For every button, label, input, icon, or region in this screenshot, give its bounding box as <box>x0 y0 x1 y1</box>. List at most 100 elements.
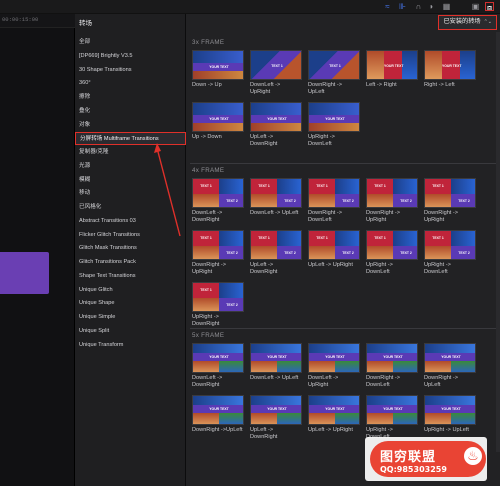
transition-tile[interactable]: TEXT 1 TEXT 2 DownLeft -> DownRight <box>192 178 244 224</box>
scrollbar[interactable] <box>496 32 500 452</box>
sidebar-item[interactable]: [DP669] Brightly V3.5 <box>75 50 186 63</box>
transition-tile[interactable]: YOUR TEXT DownRight -> UpLeft <box>424 343 476 389</box>
sidebar-item[interactable]: 分屏转场 Multiframe Transitions <box>75 132 186 146</box>
transition-tile[interactable]: YOUR TEXT UpRight -> DownLeft <box>308 102 360 148</box>
transition-thumbnail[interactable]: TEXT 1 TEXT 2 <box>250 178 302 208</box>
sidebar-item[interactable]: 光源 <box>75 160 186 173</box>
transition-tile[interactable]: YOUR TEXT Left -> Right <box>366 50 418 89</box>
sidebar-item[interactable]: Shape Text Transitions <box>75 270 186 283</box>
transition-thumbnail[interactable]: YOUR TEXT <box>250 102 302 132</box>
transition-tile[interactable]: TEXT 1 TEXT 2 UpRight -> DownLeft <box>424 230 476 276</box>
transition-thumbnail[interactable]: TEXT 1 <box>308 50 360 80</box>
transition-tile[interactable]: YOUR TEXT UpLeft -> UpRight <box>308 395 360 434</box>
sidebar-item[interactable]: Abstract Transitions 03 <box>75 215 186 228</box>
transition-tile[interactable]: TEXT 1 TEXT 2 UpLeft -> UpRight <box>308 230 360 269</box>
transition-tile[interactable]: TEXT 1 TEXT 2 UpLeft -> DownRight <box>250 230 302 276</box>
transition-thumbnail[interactable]: YOUR TEXT <box>424 395 476 425</box>
sidebar-item[interactable]: 已风格化 <box>75 201 186 214</box>
transition-label: UpRight -> DownRight <box>192 314 220 327</box>
sidebar-item[interactable]: Flicker Glitch Transitions <box>75 229 186 242</box>
transition-tile[interactable]: YOUR TEXT DownLeft -> UpLeft <box>250 343 302 382</box>
transition-thumbnail[interactable]: TEXT 1 TEXT 2 <box>192 178 244 208</box>
transition-thumbnail[interactable]: YOUR TEXT <box>308 395 360 425</box>
snapping-icon[interactable]: ⊪ <box>398 2 407 11</box>
transition-thumbnail[interactable]: YOUR TEXT <box>308 102 360 132</box>
sidebar-item[interactable]: Unique Glitch <box>75 284 186 297</box>
sidebar-item[interactable]: Unique Simple <box>75 311 186 324</box>
headphones-icon[interactable]: ∩ <box>414 2 423 11</box>
transition-thumbnail[interactable]: TEXT 1 TEXT 2 <box>424 230 476 260</box>
sidebar-item[interactable]: 对象 <box>75 119 186 132</box>
transition-tile[interactable]: TEXT 1 TEXT 2 UpRight -> DownRight <box>192 282 244 328</box>
transition-thumbnail[interactable]: TEXT 1 TEXT 2 <box>308 230 360 260</box>
effects-browser-icon[interactable]: ▦ <box>442 2 451 11</box>
sidebar-item[interactable]: Unique Split <box>75 325 186 338</box>
transition-thumbnail[interactable]: TEXT 1 TEXT 2 <box>192 230 244 260</box>
transition-thumbnail[interactable]: YOUR TEXT <box>192 50 244 80</box>
transition-tile[interactable]: YOUR TEXT Up -> Down <box>192 102 244 141</box>
thumb-text: YOUR TEXT <box>267 407 287 411</box>
thumb-text: TEXT 2 <box>400 199 412 203</box>
transition-thumbnail[interactable]: YOUR TEXT <box>366 395 418 425</box>
transition-tile[interactable]: YOUR TEXT UpLeft -> DownRight <box>250 102 302 148</box>
sidebar-item[interactable]: 360° <box>75 77 186 90</box>
sidebar-item[interactable]: 全部 <box>75 36 186 49</box>
transition-label: Up -> Down <box>192 134 222 140</box>
sidebar-item[interactable]: 擦除 <box>75 91 186 104</box>
transition-thumbnail[interactable]: TEXT 1 <box>250 50 302 80</box>
sidebar-item[interactable]: 模糊 <box>75 174 186 187</box>
transition-thumbnail[interactable]: TEXT 1 TEXT 2 <box>192 282 244 312</box>
photos-browser-icon[interactable]: ▣ <box>471 2 480 11</box>
transition-tile[interactable]: TEXT 1 DownLeft -> UpRight <box>250 50 302 96</box>
installed-transitions-dropdown[interactable]: 已安装的转场 ⌃⌄ <box>438 15 497 30</box>
timeline-clip[interactable] <box>0 252 49 294</box>
sidebar-item[interactable]: 移动 <box>75 187 186 200</box>
transition-thumbnail[interactable]: TEXT 1 TEXT 2 <box>250 230 302 260</box>
transition-tile[interactable]: TEXT 1 DownRight -> UpLeft <box>308 50 360 96</box>
sidebar-item[interactable]: 叠化 <box>75 105 186 118</box>
transition-thumbnail[interactable]: TEXT 1 TEXT 2 <box>366 230 418 260</box>
transition-tile[interactable]: YOUR TEXT DownRight -> DownLeft <box>366 343 418 389</box>
transition-thumbnail[interactable]: YOUR TEXT <box>366 50 418 80</box>
transition-tile[interactable]: TEXT 1 TEXT 2 DownRight -> UpRight <box>424 178 476 224</box>
transition-thumbnail[interactable]: YOUR TEXT <box>424 50 476 80</box>
transition-tile[interactable]: TEXT 1 TEXT 2 DownRight -> UpRight <box>192 230 244 276</box>
transition-tile[interactable]: TEXT 1 TEXT 2 DownLeft -> UpLeft <box>250 178 302 217</box>
transition-tile[interactable]: YOUR TEXT DownRight ->UpLeft <box>192 395 244 434</box>
transition-tile[interactable]: TEXT 1 TEXT 2 UpRight -> DownLeft <box>366 230 418 276</box>
transition-thumbnail[interactable]: YOUR TEXT <box>192 343 244 373</box>
transition-tile[interactable]: YOUR TEXT UpLeft -> DownRight <box>250 395 302 441</box>
transition-tile[interactable]: YOUR TEXT Down -> Up <box>192 50 244 89</box>
transition-tile[interactable]: YOUR TEXT UpRight -> UpLeft <box>424 395 476 434</box>
transition-thumbnail[interactable]: YOUR TEXT <box>192 102 244 132</box>
sidebar-title: 转场 <box>79 20 92 27</box>
audio-icon[interactable]: ◗ <box>427 2 436 11</box>
transition-thumbnail[interactable]: YOUR TEXT <box>250 395 302 425</box>
transition-thumbnail[interactable]: TEXT 1 TEXT 2 <box>366 178 418 208</box>
transition-tile[interactable]: TEXT 1 TEXT 2 DownRight -> UpRight <box>366 178 418 224</box>
transition-label: UpRight -> DownLeft <box>366 262 393 275</box>
sidebar-item[interactable]: Unique Shape <box>75 297 186 310</box>
transition-tile[interactable]: YOUR TEXT UpRight -> DownLeft <box>366 395 418 441</box>
sidebar-item[interactable]: Glitch Mask Transitions <box>75 242 186 255</box>
transition-thumbnail[interactable]: TEXT 1 TEXT 2 <box>424 178 476 208</box>
transitions-browser-icon[interactable]: ⧈ <box>485 2 494 12</box>
waveform-icon[interactable]: ≈ <box>383 2 392 11</box>
transition-label: UpLeft -> DownRight <box>250 262 278 275</box>
transition-tile[interactable]: YOUR TEXT DownLeft -> DownRight <box>192 343 244 389</box>
transition-thumbnail[interactable]: TEXT 1 TEXT 2 <box>308 178 360 208</box>
thumb-text: TEXT 1 <box>200 288 212 292</box>
transition-thumbnail[interactable]: YOUR TEXT <box>192 395 244 425</box>
sidebar-item[interactable]: Unique Transform <box>75 339 186 352</box>
sidebar-item[interactable]: 30 Shape Transitions <box>75 64 186 77</box>
transition-thumbnail[interactable]: YOUR TEXT <box>250 343 302 373</box>
transition-label: DownRight -> UpLeft <box>308 82 343 95</box>
transition-thumbnail[interactable]: YOUR TEXT <box>424 343 476 373</box>
transition-thumbnail[interactable]: YOUR TEXT <box>308 343 360 373</box>
transition-tile[interactable]: YOUR TEXT Right -> Left <box>424 50 476 89</box>
transition-tile[interactable]: TEXT 1 TEXT 2 DownRight -> DownLeft <box>308 178 360 224</box>
transition-thumbnail[interactable]: YOUR TEXT <box>366 343 418 373</box>
sidebar-item[interactable]: Glitch Transitions Pack <box>75 256 186 269</box>
transition-tile[interactable]: YOUR TEXT DownLeft -> UpRight <box>308 343 360 389</box>
sidebar-item[interactable]: 复制器/克隆 <box>75 146 186 159</box>
